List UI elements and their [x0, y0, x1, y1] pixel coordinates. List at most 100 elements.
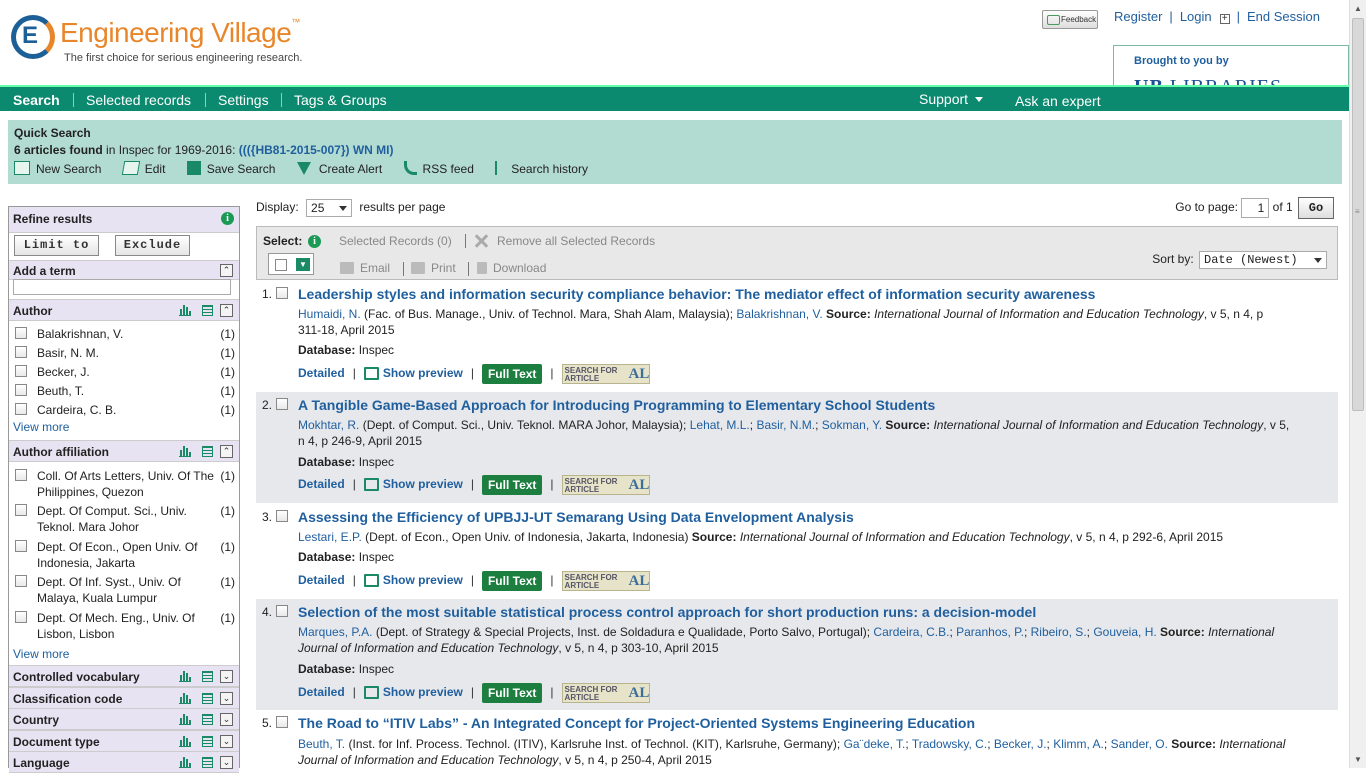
bar-chart-icon[interactable] [179, 305, 191, 316]
facet-checkbox[interactable] [15, 469, 27, 481]
expand-icon[interactable]: ⌄ [220, 735, 233, 748]
full-text-button[interactable]: Full Text [481, 683, 543, 703]
selected-records-link[interactable]: Selected Records (0) [339, 234, 452, 248]
author-link[interactable]: Tradowsky, C. [912, 737, 987, 751]
facet-checkbox[interactable] [15, 611, 27, 623]
show-preview-link[interactable]: Show preview [363, 477, 463, 492]
export-grid-icon[interactable] [202, 693, 213, 704]
facet-checkbox[interactable] [15, 346, 27, 358]
email-button[interactable]: Email [340, 261, 390, 275]
expand-icon[interactable]: ⌄ [220, 692, 233, 705]
nav-search[interactable]: Search [13, 92, 60, 108]
facet-checkbox[interactable] [15, 575, 27, 587]
bar-chart-icon[interactable] [179, 714, 191, 725]
full-text-button[interactable]: Full Text [481, 571, 543, 591]
sort-select[interactable]: Date (Newest) [1199, 251, 1327, 269]
expand-icon[interactable]: ⌄ [220, 756, 233, 769]
select-all-checkbox[interactable] [275, 259, 287, 271]
search-for-article-button[interactable]: SEARCH FOR ARTICLE AL [561, 364, 650, 384]
facet-checkbox[interactable] [15, 365, 27, 377]
author-link[interactable]: Sokman, Y. [822, 418, 882, 432]
author-link[interactable]: Sander, O. [1111, 737, 1168, 751]
facet-checkbox[interactable] [15, 540, 27, 552]
limit-to-button[interactable]: Limit to [14, 235, 99, 256]
show-preview-link[interactable]: Show preview [363, 685, 463, 700]
author-link[interactable]: Cardeira, C.B. [873, 625, 949, 639]
show-preview-link[interactable]: Show preview [363, 573, 463, 588]
record-checkbox[interactable] [276, 398, 288, 410]
chevron-down-icon[interactable]: ▼ [296, 258, 310, 271]
bar-chart-icon[interactable] [179, 671, 191, 682]
bar-chart-icon[interactable] [179, 693, 191, 704]
author-link[interactable]: Basir, N.M. [756, 418, 815, 432]
bar-chart-icon[interactable] [179, 757, 191, 768]
country-facet-header[interactable]: Country ⌄ [9, 708, 239, 730]
author-link[interactable]: Balakrishnan, V. [736, 307, 822, 321]
results-per-page-select[interactable]: 25 [306, 199, 353, 217]
print-button[interactable]: Print [411, 261, 456, 275]
record-checkbox[interactable] [276, 287, 288, 299]
author-link[interactable]: Humaidi, N. [298, 307, 361, 321]
record-title-link[interactable]: Assessing the Efficiency of UPBJJ-UT Sem… [298, 509, 854, 525]
scroll-down-icon[interactable]: ▼ [1350, 751, 1366, 768]
author-link[interactable]: Mokhtar, R. [298, 418, 359, 432]
view-more-authors-link[interactable]: View more [13, 420, 69, 434]
facet-checkbox[interactable] [15, 327, 27, 339]
info-icon[interactable]: i [221, 212, 234, 225]
add-term-input[interactable] [13, 279, 231, 295]
collapse-icon[interactable]: ⌃ [220, 445, 233, 458]
bar-chart-icon[interactable] [179, 446, 191, 457]
facet-checkbox[interactable] [15, 504, 27, 516]
author-link[interactable]: Klimm, A. [1053, 737, 1104, 751]
record-checkbox[interactable] [276, 716, 288, 728]
author-link[interactable]: Marques, P.A. [298, 625, 372, 639]
expand-icon[interactable]: ⌄ [220, 670, 233, 683]
download-button[interactable]: Download [477, 261, 546, 275]
detailed-link[interactable]: Detailed [298, 573, 345, 587]
detailed-link[interactable]: Detailed [298, 685, 345, 699]
collapse-icon[interactable]: ⌃ [220, 264, 233, 277]
author-link[interactable]: Lehat, M.L. [690, 418, 750, 432]
edit-search-button[interactable]: Edit [121, 161, 165, 176]
record-checkbox[interactable] [276, 510, 288, 522]
search-for-article-button[interactable]: SEARCH FOR ARTICLE AL [561, 475, 650, 495]
record-checkbox[interactable] [276, 605, 288, 617]
facet-checkbox[interactable] [15, 403, 27, 415]
select-all-control[interactable]: ▼ [268, 253, 314, 275]
export-grid-icon[interactable] [202, 714, 213, 725]
author-link[interactable]: Becker, J. [994, 737, 1047, 751]
controlled-vocabulary-facet-header[interactable]: Controlled vocabulary ⌄ [9, 665, 239, 687]
go-button[interactable]: Go [1298, 197, 1334, 219]
exclude-button[interactable]: Exclude [115, 235, 190, 256]
full-text-button[interactable]: Full Text [481, 364, 543, 384]
language-facet-header[interactable]: Language ⌄ [9, 751, 239, 773]
record-title-link[interactable]: A Tangible Game-Based Approach for Intro… [298, 397, 935, 413]
record-title-link[interactable]: The Road to “ITIV Labs” - An Integrated … [298, 715, 975, 731]
classification-code-facet-header[interactable]: Classification code ⌄ [9, 687, 239, 709]
document-type-facet-header[interactable]: Document type ⌄ [9, 730, 239, 752]
author-link[interactable]: Ribeiro, S. [1031, 625, 1087, 639]
author-link[interactable]: Lestari, E.P. [298, 530, 362, 544]
author-link[interactable]: Beuth, T. [298, 737, 345, 751]
author-link[interactable]: Paranhos, P. [956, 625, 1024, 639]
new-search-button[interactable]: New Search [14, 161, 101, 176]
nav-selected-records[interactable]: Selected records [86, 92, 191, 108]
page-scrollbar[interactable]: ▲ ≡ ▼ [1349, 0, 1366, 768]
record-title-link[interactable]: Leadership styles and information securi… [298, 286, 1095, 302]
full-text-button[interactable]: Full Text [481, 475, 543, 495]
collapse-icon[interactable]: ⌃ [220, 304, 233, 317]
view-more-affiliations-link[interactable]: View more [13, 647, 69, 661]
export-grid-icon[interactable] [202, 736, 213, 747]
search-for-article-button[interactable]: SEARCH FOR ARTICLE AL [561, 571, 650, 591]
search-for-article-button[interactable]: SEARCH FOR ARTICLE AL [561, 683, 650, 703]
page-number-input[interactable]: 1 [1241, 198, 1270, 218]
bar-chart-icon[interactable] [179, 736, 191, 747]
author-link[interactable]: Gouveia, H. [1093, 625, 1156, 639]
author-link[interactable]: Ga¨deke, T. [844, 737, 906, 751]
show-preview-link[interactable]: Show preview [363, 366, 463, 381]
facet-checkbox[interactable] [15, 384, 27, 396]
export-grid-icon[interactable] [202, 671, 213, 682]
scroll-up-icon[interactable]: ▲ [1350, 0, 1366, 17]
expand-icon[interactable]: ⌄ [220, 713, 233, 726]
detailed-link[interactable]: Detailed [298, 366, 345, 380]
